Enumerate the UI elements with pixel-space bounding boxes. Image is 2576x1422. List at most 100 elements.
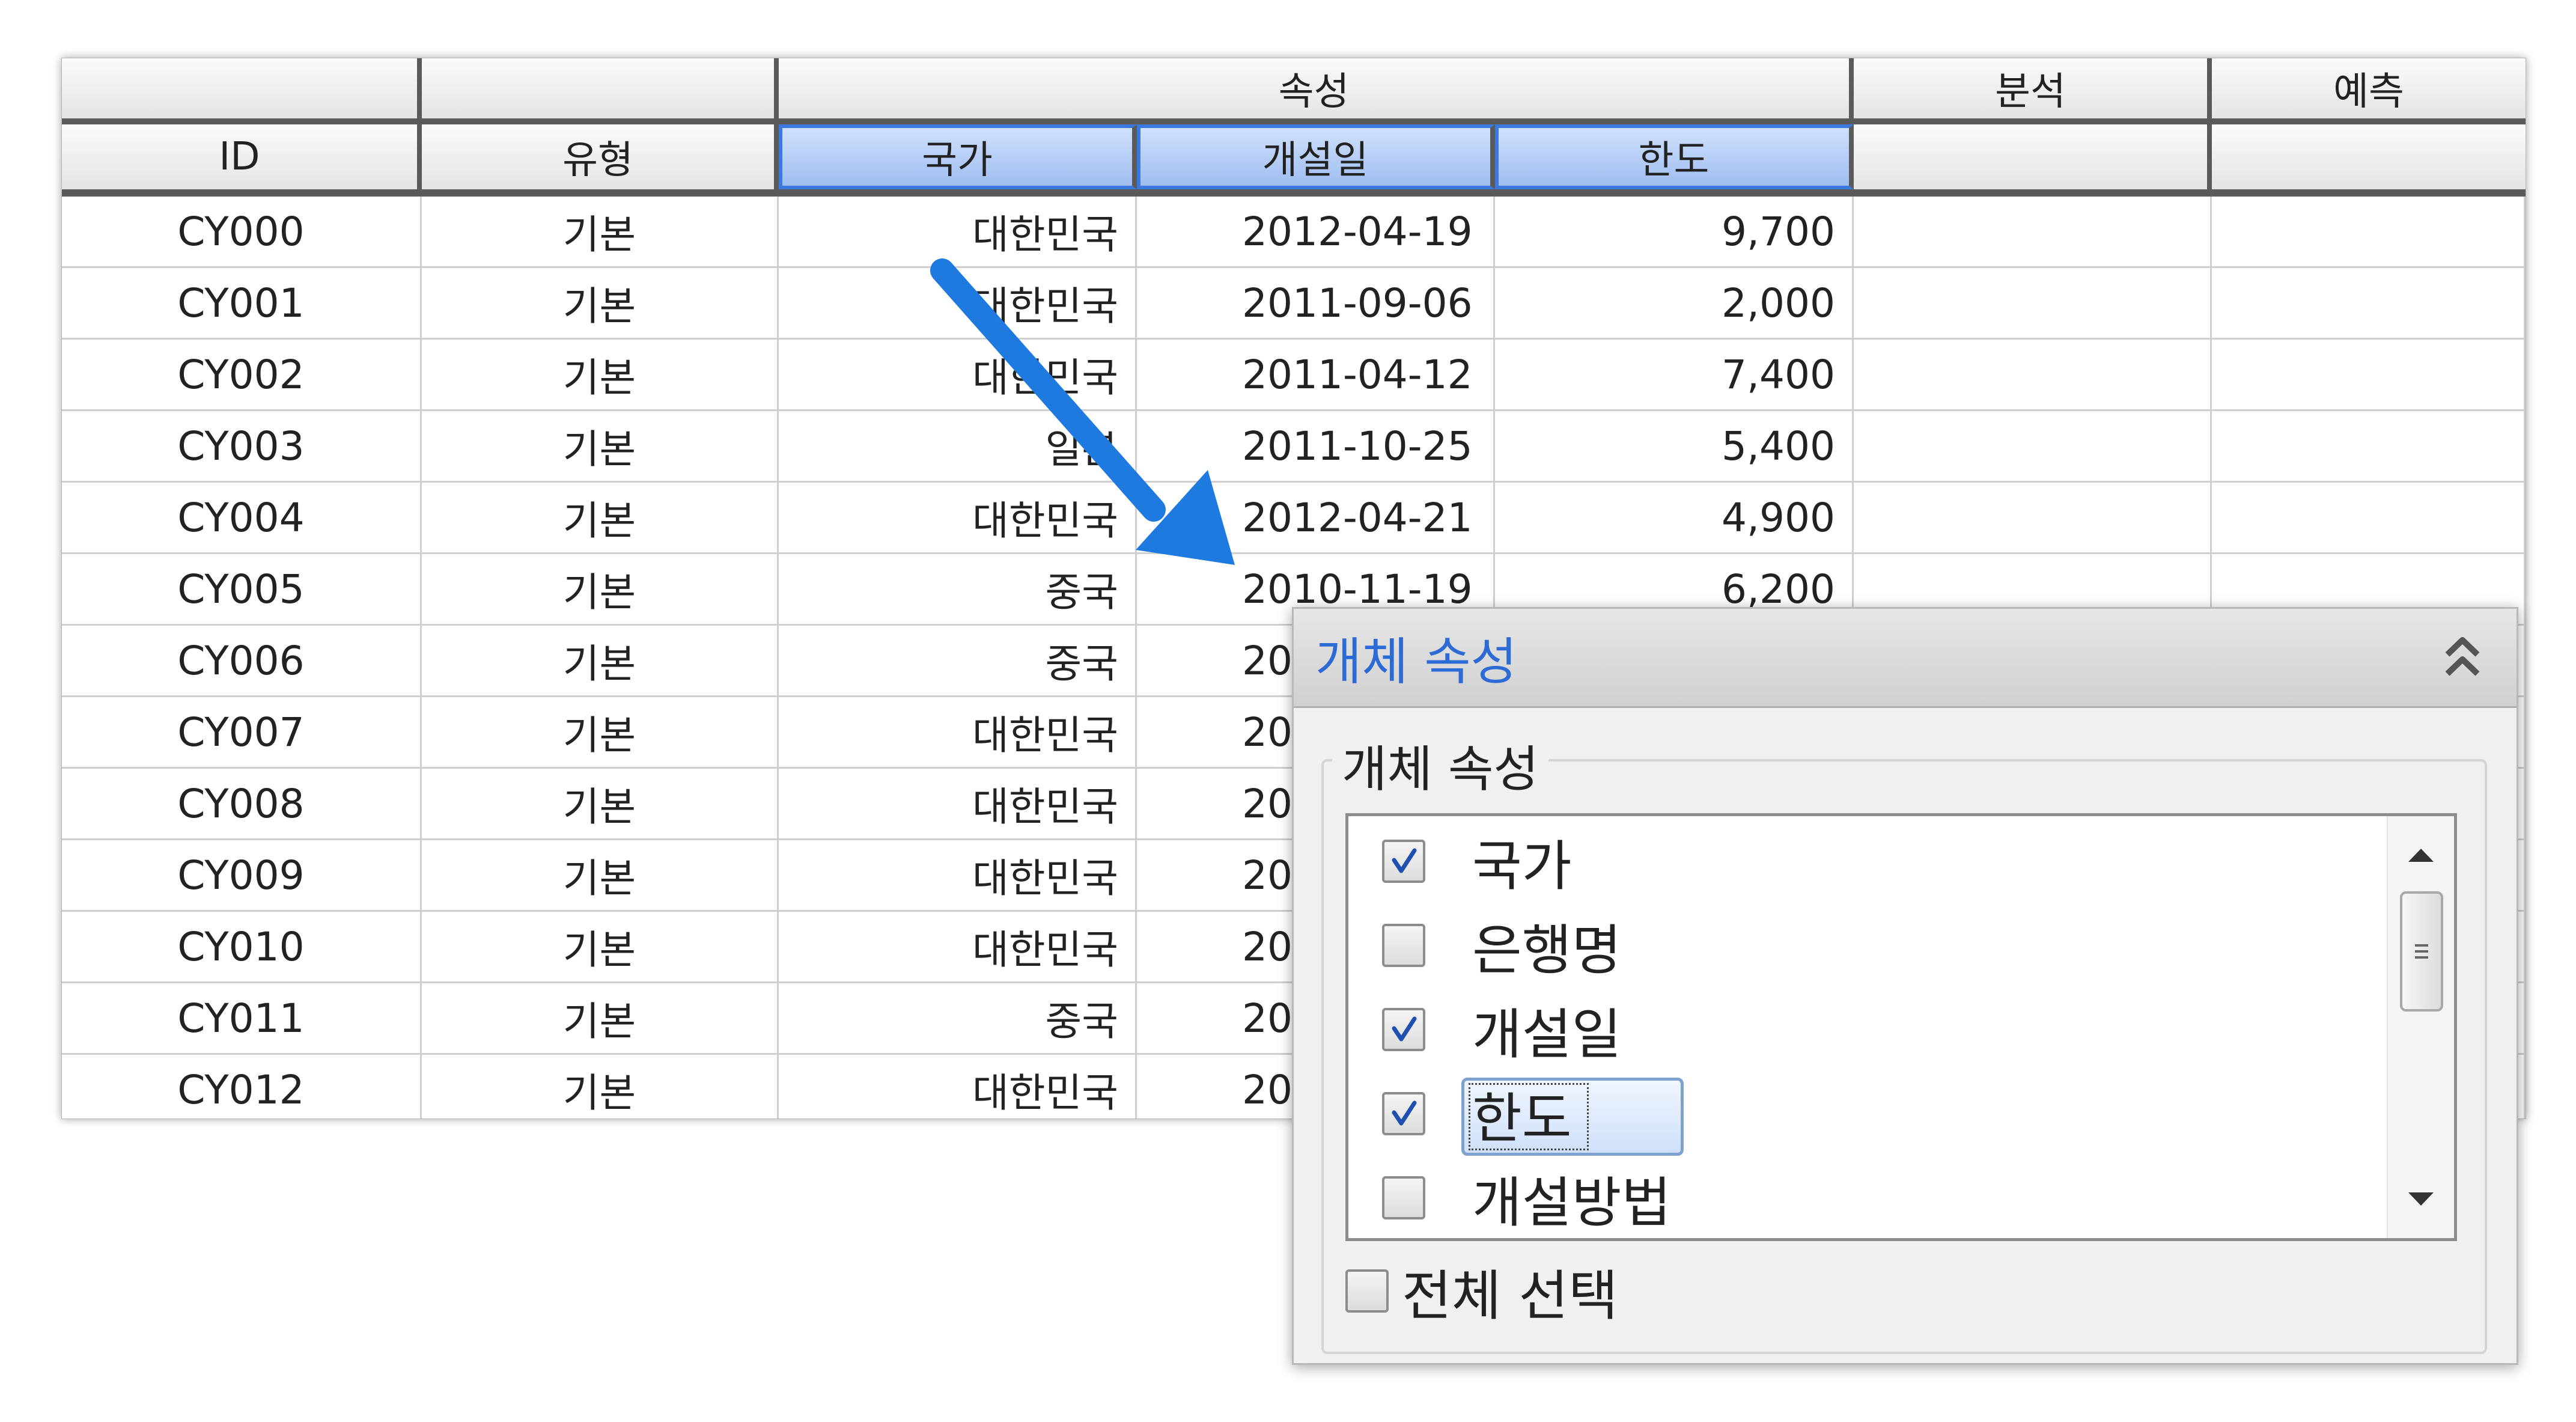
select-all-label: 전체 선택 xyxy=(1402,1265,1618,1328)
cell-limit[interactable]: 7,400 xyxy=(1495,340,1854,409)
property-label: 개설방법 xyxy=(1472,1171,1672,1234)
table-row[interactable]: CY001 기본 대한민국 2011-09-06 2,000 xyxy=(62,268,2526,340)
column-header-analysis[interactable] xyxy=(1854,124,2212,189)
cell-type[interactable]: 기본 xyxy=(422,840,779,910)
cell-type[interactable]: 기본 xyxy=(422,483,779,552)
cell-country[interactable]: 대한민국 xyxy=(779,1055,1137,1118)
select-all-check-box[interactable] xyxy=(1345,1269,1389,1313)
checkbox-unchecked-icon[interactable] xyxy=(1382,1176,1425,1219)
cell-prediction[interactable] xyxy=(2212,411,2526,481)
cell-id[interactable]: CY004 xyxy=(62,483,422,552)
cell-id[interactable]: CY001 xyxy=(62,268,422,338)
properties-listbox[interactable]: 국가은행명 개설일한도개설방법 xyxy=(1345,813,2457,1241)
cell-open-date[interactable]: 2011-09-06 xyxy=(1137,268,1495,338)
cell-type[interactable]: 기본 xyxy=(422,1055,779,1118)
cell-type[interactable]: 기본 xyxy=(422,554,779,624)
column-header-type[interactable]: 유형 xyxy=(422,124,779,189)
cell-type[interactable]: 기본 xyxy=(422,197,779,266)
collapse-chevron-icon[interactable] xyxy=(2438,633,2486,681)
property-label: 한도 xyxy=(1472,1087,1572,1150)
property-list-item[interactable]: 개설일 xyxy=(1348,987,2382,1072)
cell-limit[interactable]: 4,900 xyxy=(1495,483,1854,552)
table-row[interactable]: CY000 기본 대한민국 2012-04-19 9,700 xyxy=(62,197,2526,268)
cell-country[interactable]: 대한민국 xyxy=(779,840,1137,910)
cell-id[interactable]: CY000 xyxy=(62,197,422,266)
select-all-checkbox[interactable]: 전체 선택 xyxy=(1345,1261,1618,1328)
table-row[interactable]: CY004 기본 대한민국 2012-04-21 4,900 xyxy=(62,483,2526,554)
group-header-blank-2[interactable] xyxy=(422,58,779,118)
cell-open-date[interactable]: 2011-04-12 xyxy=(1137,340,1495,409)
cell-type[interactable]: 기본 xyxy=(422,983,779,1053)
cell-prediction[interactable] xyxy=(2212,340,2526,409)
property-list-item[interactable]: 은행명 xyxy=(1348,903,2382,987)
table-row[interactable]: CY003 기본 일본 2011-10-25 5,400 xyxy=(62,411,2526,483)
column-header-id[interactable]: ID xyxy=(62,124,422,189)
cell-prediction[interactable] xyxy=(2212,483,2526,552)
cell-type[interactable]: 기본 xyxy=(422,769,779,838)
cell-id[interactable]: CY005 xyxy=(62,554,422,624)
cell-prediction[interactable] xyxy=(2212,197,2526,266)
group-header-prediction[interactable]: 예측 xyxy=(2212,58,2526,118)
cell-country[interactable]: 대한민국 xyxy=(779,769,1137,838)
scroll-down-arrow-icon[interactable] xyxy=(2388,1166,2454,1232)
cell-id[interactable]: CY003 xyxy=(62,411,422,481)
cell-type[interactable]: 기본 xyxy=(422,411,779,481)
cell-country[interactable]: 중국 xyxy=(779,554,1137,624)
cell-limit[interactable]: 5,400 xyxy=(1495,411,1854,481)
cell-type[interactable]: 기본 xyxy=(422,626,779,695)
column-header-country[interactable]: 국가 xyxy=(779,124,1137,189)
cell-limit[interactable]: 2,000 xyxy=(1495,268,1854,338)
cell-id[interactable]: CY007 xyxy=(62,697,422,767)
property-list-item[interactable]: 국가 xyxy=(1348,819,2382,903)
checkbox-unchecked-icon[interactable] xyxy=(1382,924,1425,967)
cell-id[interactable]: CY009 xyxy=(62,840,422,910)
cell-analysis[interactable] xyxy=(1854,340,2212,409)
property-list-item[interactable]: 개설방법 xyxy=(1348,1156,2382,1238)
column-header-open-date[interactable]: 개설일 xyxy=(1137,124,1495,189)
cell-country[interactable]: 대한민국 xyxy=(779,268,1137,338)
table-row[interactable]: CY002 기본 대한민국 2011-04-12 7,400 xyxy=(62,340,2526,411)
cell-type[interactable]: 기본 xyxy=(422,340,779,409)
cell-country[interactable]: 대한민국 xyxy=(779,340,1137,409)
cell-analysis[interactable] xyxy=(1854,197,2212,266)
scroll-thumb[interactable] xyxy=(2400,891,2443,1012)
group-header-analysis[interactable]: 분석 xyxy=(1854,58,2212,118)
vertical-scrollbar[interactable] xyxy=(2387,816,2454,1238)
cell-open-date[interactable]: 2012-04-21 xyxy=(1137,483,1495,552)
checkbox-checked-icon[interactable] xyxy=(1382,840,1425,883)
property-list-item[interactable]: 한도 xyxy=(1348,1072,2382,1156)
cell-country[interactable]: 대한민국 xyxy=(779,197,1137,266)
scroll-up-arrow-icon[interactable] xyxy=(2388,822,2454,888)
cell-country[interactable]: 대한민국 xyxy=(779,483,1137,552)
cell-country[interactable]: 대한민국 xyxy=(779,697,1137,767)
cell-id[interactable]: CY010 xyxy=(62,912,422,981)
cell-type[interactable]: 기본 xyxy=(422,268,779,338)
cell-open-date[interactable]: 2012-04-19 xyxy=(1137,197,1495,266)
cell-type[interactable]: 기본 xyxy=(422,697,779,767)
cell-open-date[interactable]: 2011-10-25 xyxy=(1137,411,1495,481)
cell-prediction[interactable] xyxy=(2212,268,2526,338)
header-bottom-border xyxy=(62,189,2526,197)
cell-id[interactable]: CY008 xyxy=(62,769,422,838)
cell-limit[interactable]: 9,700 xyxy=(1495,197,1854,266)
column-header-prediction[interactable] xyxy=(2212,124,2526,189)
cell-country[interactable]: 일본 xyxy=(779,411,1137,481)
cell-analysis[interactable] xyxy=(1854,411,2212,481)
cell-country[interactable]: 대한민국 xyxy=(779,912,1137,981)
cell-country[interactable]: 중국 xyxy=(779,983,1137,1053)
checkbox-checked-icon[interactable] xyxy=(1382,1092,1425,1135)
column-header-limit[interactable]: 한도 xyxy=(1495,124,1854,189)
cell-analysis[interactable] xyxy=(1854,268,2212,338)
cell-id[interactable]: CY006 xyxy=(62,626,422,695)
checkbox-checked-icon[interactable] xyxy=(1382,1008,1425,1051)
cell-type[interactable]: 기본 xyxy=(422,912,779,981)
cell-country[interactable]: 중국 xyxy=(779,626,1137,695)
cell-id[interactable]: CY002 xyxy=(62,340,422,409)
group-header-blank-1[interactable] xyxy=(62,58,422,118)
property-label: 은행명 xyxy=(1472,919,1622,982)
cell-id[interactable]: CY012 xyxy=(62,1055,422,1118)
header-separator xyxy=(62,118,2526,124)
group-header-attributes[interactable]: 속성 xyxy=(779,58,1854,118)
cell-id[interactable]: CY011 xyxy=(62,983,422,1053)
cell-analysis[interactable] xyxy=(1854,483,2212,552)
